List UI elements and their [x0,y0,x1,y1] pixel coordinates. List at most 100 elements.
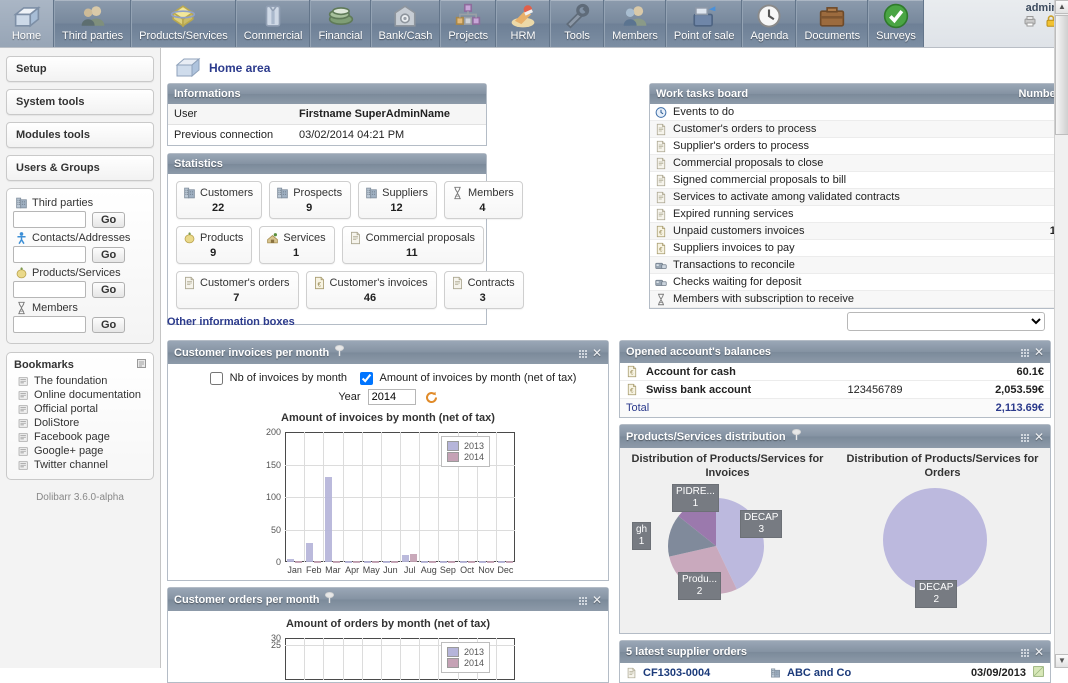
company-icon [770,667,781,679]
vertical-scrollbar[interactable]: ▲ ▼ [1054,0,1068,668]
pin-icon[interactable] [334,345,345,360]
task-row[interactable]: Members with subscription to receive33(>… [650,291,1068,308]
menu-item-surveys[interactable]: Surveys [868,0,924,47]
menu-item-point-of-sale[interactable]: Point of sale [666,0,743,47]
scrollbar-thumb[interactable] [1055,15,1068,135]
scroll-up-arrow[interactable]: ▲ [1055,0,1068,14]
search-go-button-2[interactable]: Go [92,282,125,298]
printer-icon[interactable] [1023,14,1037,28]
task-row[interactable]: €Suppliers invoices to pay11(>2 days) [650,240,1068,257]
task-row[interactable]: Customer's orders to process55(>2 days) [650,121,1068,138]
menu-item-commercial[interactable]: Commercial [236,0,311,47]
task-row[interactable]: Supplier's orders to process11(>7 days) [650,138,1068,155]
menu-item-tools[interactable]: Tools [550,0,604,47]
informations-panel: Informations UserFirstname SuperAdminNam… [167,83,487,146]
close-icon[interactable]: ✕ [1034,430,1044,444]
search-input-1[interactable] [13,246,86,263]
sidebar-button-system-tools[interactable]: System tools [6,89,154,115]
sidebar-button-setup[interactable]: Setup [6,56,154,82]
amount-invoices-label[interactable]: Amount of invoices by month (net of tax) [380,372,577,384]
bookmark-item[interactable]: Online documentation [14,388,146,402]
drag-handle-icon[interactable] [1021,348,1029,356]
search-input-2[interactable] [13,281,86,298]
menu-item-members[interactable]: Members [604,0,666,47]
search-input-3[interactable] [13,316,86,333]
menu-item-documents[interactable]: Documents [796,0,868,47]
bookmark-item[interactable]: Official portal [14,402,146,416]
search-go-button-0[interactable]: Go [92,212,125,228]
task-row[interactable]: Expired running services22(>-15 days) [650,206,1068,223]
task-row[interactable]: €Unpaid customers invoices1815(>31 days) [650,223,1068,240]
bookmark-label: Online documentation [34,389,141,401]
bookmarks-title: Bookmarks [14,359,74,371]
main-content: Home area Informations UserFirstname Sup… [161,48,1058,668]
bookmarks-box: Bookmarks The foundationOnline documenta… [6,352,154,480]
stat-contracts[interactable]: Contracts3 [444,271,524,309]
task-row[interactable]: Signed commercial proposals to bill50(>7… [650,172,1068,189]
task-row[interactable]: Checks waiting for deposit00(>0 days) [650,274,1068,291]
bookmark-item[interactable]: The foundation [14,374,146,388]
task-row[interactable]: Events to do33(>7 days) [650,104,1068,121]
pin-icon[interactable] [791,429,802,444]
box-select-dropdown[interactable] [847,312,1045,331]
drag-handle-icon[interactable] [579,596,587,604]
menu-item-hrm[interactable]: HRM [496,0,550,47]
search-row-label: Products/Services [32,267,121,279]
supplier-order-row[interactable]: CF1303-0004ABC and Co03/09/2013 [620,663,1050,682]
close-icon[interactable]: ✕ [592,593,602,607]
amount-invoices-checkbox[interactable] [360,372,373,385]
sidebar-button-modules-tools[interactable]: Modules tools [6,122,154,148]
bookmark-icon [18,404,29,415]
search-go-button-1[interactable]: Go [92,247,125,263]
login-username: admin [948,2,1058,14]
pin-icon[interactable] [324,592,335,607]
menu-item-financial[interactable]: Financial [310,0,370,47]
close-icon[interactable]: ✕ [592,346,602,360]
informations-header: Informations [168,84,486,104]
menu-item-products-services[interactable]: Products/Services [131,0,236,47]
search-input-0[interactable] [13,211,86,228]
scroll-down-arrow[interactable]: ▼ [1055,654,1068,668]
stat-customer-s-orders[interactable]: Customer's orders7 [176,271,299,309]
menu-item-third-parties[interactable]: Third parties [54,0,131,47]
stat-products[interactable]: Products9 [176,226,252,264]
drag-handle-icon[interactable] [1021,648,1029,656]
stat-customers[interactable]: Customers22 [176,181,262,219]
bookmark-item[interactable]: Twitter channel [14,458,146,472]
account-row[interactable]: €Account for cash60.1€ [620,363,1050,381]
search-go-button-3[interactable]: Go [92,317,125,333]
close-icon[interactable]: ✕ [1034,645,1044,659]
menu-item-label: Agenda [751,29,789,47]
menu-item-label: Tools [564,29,590,47]
nb-invoices-checkbox[interactable] [210,372,223,385]
stat-services[interactable]: Services1 [259,226,334,264]
task-row[interactable]: Commercial proposals to close22(>31 days… [650,155,1068,172]
bookmark-item[interactable]: Facebook page [14,430,146,444]
year-input[interactable] [368,389,416,405]
account-row[interactable]: €Swiss bank account1234567892,053.59€ [620,381,1050,399]
menu-item-projects[interactable]: Projects [440,0,496,47]
customer-invoices-body: Nb of invoices by month Amount of invoic… [168,364,608,580]
task-row[interactable]: Transactions to reconcile22(>62 days) [650,257,1068,274]
close-icon[interactable]: ✕ [1034,345,1044,359]
bookmarks-header: Bookmarks [14,359,146,371]
drag-handle-icon[interactable] [1021,433,1029,441]
stat-commercial-proposals[interactable]: Commercial proposals11 [342,226,484,264]
stat-prospects[interactable]: Prospects9 [269,181,351,219]
pie-slice-value: 2 [919,594,953,606]
sidebar-button-users-groups[interactable]: Users & Groups [6,155,154,181]
drag-handle-icon[interactable] [579,349,587,357]
menu-item-home[interactable]: Home [0,0,54,47]
stat-customer-s-invoices[interactable]: €Customer's invoices46 [306,271,437,309]
bookmark-item[interactable]: Google+ page [14,444,146,458]
nb-invoices-label[interactable]: Nb of invoices by month [230,372,347,384]
bookmarks-edit-icon[interactable] [137,359,146,371]
stat-members[interactable]: Members4 [444,181,523,219]
menu-item-agenda[interactable]: Agenda [742,0,796,47]
task-row[interactable]: Services to activate among validated con… [650,189,1068,206]
stat-count: 1 [266,247,325,259]
stat-suppliers[interactable]: Suppliers12 [358,181,437,219]
menu-item-bank-cash[interactable]: Bank/Cash [371,0,441,47]
refresh-icon[interactable] [425,391,438,404]
bookmark-item[interactable]: DoliStore [14,416,146,430]
